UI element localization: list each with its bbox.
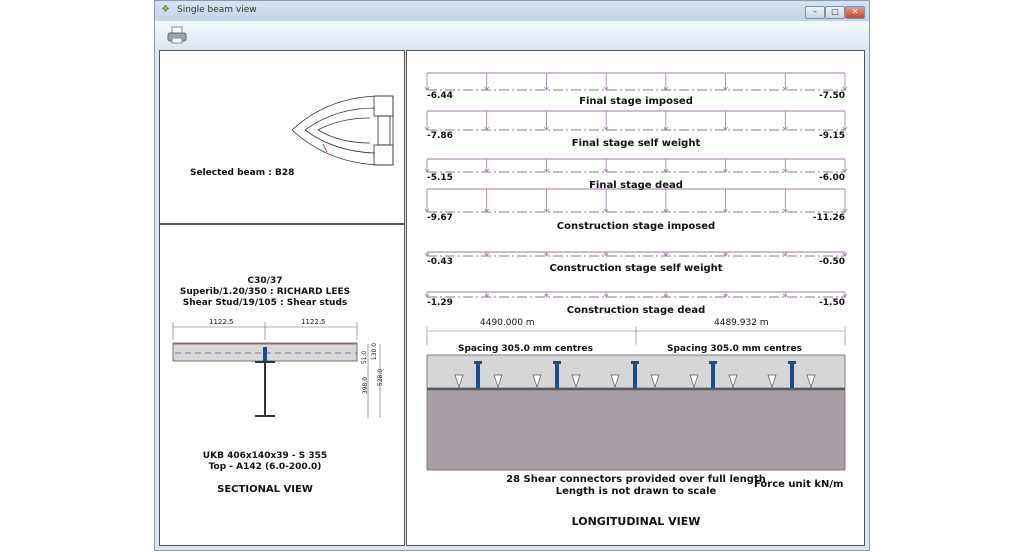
load-case-title: Construction stage imposed <box>556 221 716 232</box>
plan-view-pane <box>159 50 405 224</box>
dim-left: 1122.5 <box>209 318 234 326</box>
dim-528: 528.0 <box>377 368 385 387</box>
print-button[interactable] <box>167 26 187 44</box>
beam-section: UKB 406x140x39 - S 355 <box>202 451 328 461</box>
load-case-title: Final stage self weight <box>571 138 701 149</box>
toolbar <box>155 21 869 49</box>
dim-51: 51.0 <box>361 350 369 365</box>
app-icon: ❖ <box>161 4 170 15</box>
load-case-title: Construction stage self weight <box>549 263 723 274</box>
connectors-summary: 28 Shear connectors provided over full l… <box>506 474 766 485</box>
sectional-view-title: SECTIONAL VIEW <box>217 484 313 495</box>
force-unit: Force unit kN/m <box>754 479 844 490</box>
dim-398: 398.0 <box>362 376 370 395</box>
deck-type: Superib/1.20/350 : RICHARD LEES <box>179 287 351 297</box>
concrete-grade: C30/37 <box>247 276 283 286</box>
load-right-value: -9.15 <box>819 131 845 141</box>
dim-130: 130.0 <box>371 342 379 361</box>
longitudinal-view-title: LONGITUDINAL VIEW <box>571 515 701 528</box>
close-button[interactable]: ✕ <box>845 6 865 19</box>
selected-beam-label: Selected beam : B28 <box>190 168 295 178</box>
maximize-button[interactable]: □ <box>825 6 845 19</box>
load-left-value: -0.43 <box>427 257 453 267</box>
span-right: 4489.932 m <box>714 318 769 328</box>
load-case-title: Construction stage dead <box>566 305 706 316</box>
window-title: Single beam view <box>177 5 257 15</box>
mesh-spec: Top - A142 (6.0-200.0) <box>208 462 322 472</box>
spacing-right: Spacing 305.0 mm centres <box>667 344 802 354</box>
title-bar: ❖ Single beam view – □ ✕ <box>155 1 869 21</box>
printer-icon <box>167 26 187 44</box>
load-left-value: -6.44 <box>427 91 453 101</box>
load-case-title: Final stage imposed <box>579 96 693 107</box>
load-right-value: -7.50 <box>819 91 845 101</box>
load-case-title: Final stage dead <box>589 180 683 191</box>
longitudinal-view-pane <box>406 50 865 546</box>
load-left-value: -9.67 <box>427 213 453 223</box>
scale-note: Length is not drawn to scale <box>555 486 717 497</box>
span-left: 4490.000 m <box>480 318 535 328</box>
load-left-value: -1.29 <box>427 298 453 308</box>
load-right-value: -11.26 <box>812 213 845 223</box>
load-right-value: -6.00 <box>819 173 845 183</box>
load-right-value: -1.50 <box>819 298 845 308</box>
stud-type: Shear Stud/19/105 : Shear studs <box>182 298 348 308</box>
load-right-value: -0.50 <box>819 257 845 267</box>
load-left-value: -7.86 <box>427 131 453 141</box>
load-left-value: -5.15 <box>427 173 453 183</box>
dim-right: 1122.5 <box>301 318 326 326</box>
spacing-left: Spacing 305.0 mm centres <box>458 344 593 354</box>
minimize-button[interactable]: – <box>805 6 825 19</box>
